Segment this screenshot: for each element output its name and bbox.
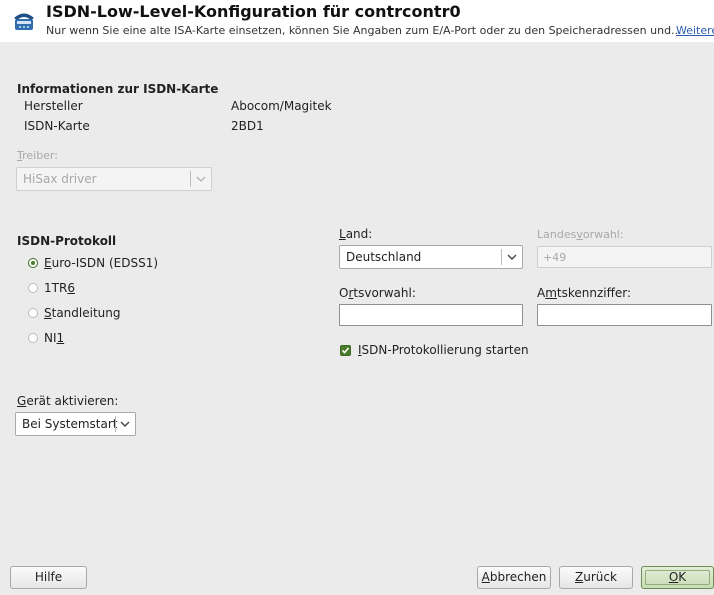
logging-checkbox[interactable]: [340, 345, 351, 356]
checkmark-icon: [341, 347, 350, 354]
logging-label: ISDN-Protokollierung starten: [358, 343, 529, 357]
cancel-button[interactable]: Abbrechen: [477, 566, 551, 589]
radio-label: 1TR6: [44, 281, 75, 295]
radio-indicator[interactable]: [28, 283, 38, 293]
outside-line-label: Amtskennziffer:: [537, 286, 632, 300]
dialog-header: ISDN-Low-Level-Konfiguration für contrco…: [0, 0, 714, 42]
country-code-value: +49: [543, 251, 567, 264]
chevron-down-icon: [506, 251, 518, 261]
chevron-down-icon: [119, 418, 131, 428]
driver-label: Treiber:: [17, 149, 58, 162]
activation-dropdown[interactable]: Bei Systemstart: [15, 412, 136, 436]
country-dropdown[interactable]: Deutschland: [339, 245, 523, 269]
dialog-subtitle: Nur wenn Sie eine alte ISA-Karte einsetz…: [46, 24, 682, 37]
manufacturer-value: Abocom/Magitek: [231, 99, 332, 113]
chevron-down-icon: [195, 173, 207, 183]
protocol-heading: ISDN-Protokoll: [17, 234, 117, 248]
help-button[interactable]: Hilfe: [10, 566, 87, 589]
country-code-label: Landesvorwahl:: [537, 228, 624, 241]
radio-standleitung[interactable]: Standleitung: [28, 306, 148, 322]
radio-indicator[interactable]: [28, 308, 38, 318]
radio-indicator[interactable]: [28, 258, 38, 268]
radio-ni1[interactable]: NI1: [28, 331, 148, 347]
card-value: 2BD1: [231, 119, 264, 133]
driver-dropdown[interactable]: HiSax driver: [16, 167, 212, 191]
dialog-title: ISDN-Low-Level-Konfiguration für contrco…: [46, 2, 461, 21]
radio-label: NI1: [44, 331, 65, 345]
local-code-input[interactable]: [339, 304, 523, 326]
radio-indicator[interactable]: [28, 333, 38, 343]
manufacturer-label: Hersteller: [24, 99, 83, 113]
radio-1tr6[interactable]: 1TR6: [28, 281, 148, 297]
card-info-heading: Informationen zur ISDN-Karte: [17, 82, 219, 96]
country-code-field[interactable]: +49: [537, 246, 712, 268]
ok-button[interactable]: OK: [641, 566, 714, 589]
radio-label: Standleitung: [44, 306, 121, 320]
back-button[interactable]: Zurück: [559, 566, 633, 589]
logging-checkbox-row[interactable]: ISDN-Protokollierung starten: [340, 343, 540, 359]
country-value: Deutschland: [346, 250, 422, 264]
radio-label: Euro-ISDN (EDSS1): [44, 256, 159, 270]
local-code-label: Ortsvorwahl:: [339, 286, 416, 300]
phone-network-icon: [12, 8, 36, 34]
card-label: ISDN-Karte: [24, 119, 90, 133]
radio-euro-isdn[interactable]: Euro-ISDN (EDSS1): [28, 256, 188, 272]
driver-value: HiSax driver: [23, 172, 97, 186]
more-info-link[interactable]: Weitere: [676, 24, 714, 37]
activation-label: Gerät aktivieren:: [17, 394, 119, 408]
country-label: Land:: [339, 227, 373, 241]
activation-value: Bei Systemstart: [22, 417, 118, 431]
outside-line-input[interactable]: [537, 304, 712, 326]
